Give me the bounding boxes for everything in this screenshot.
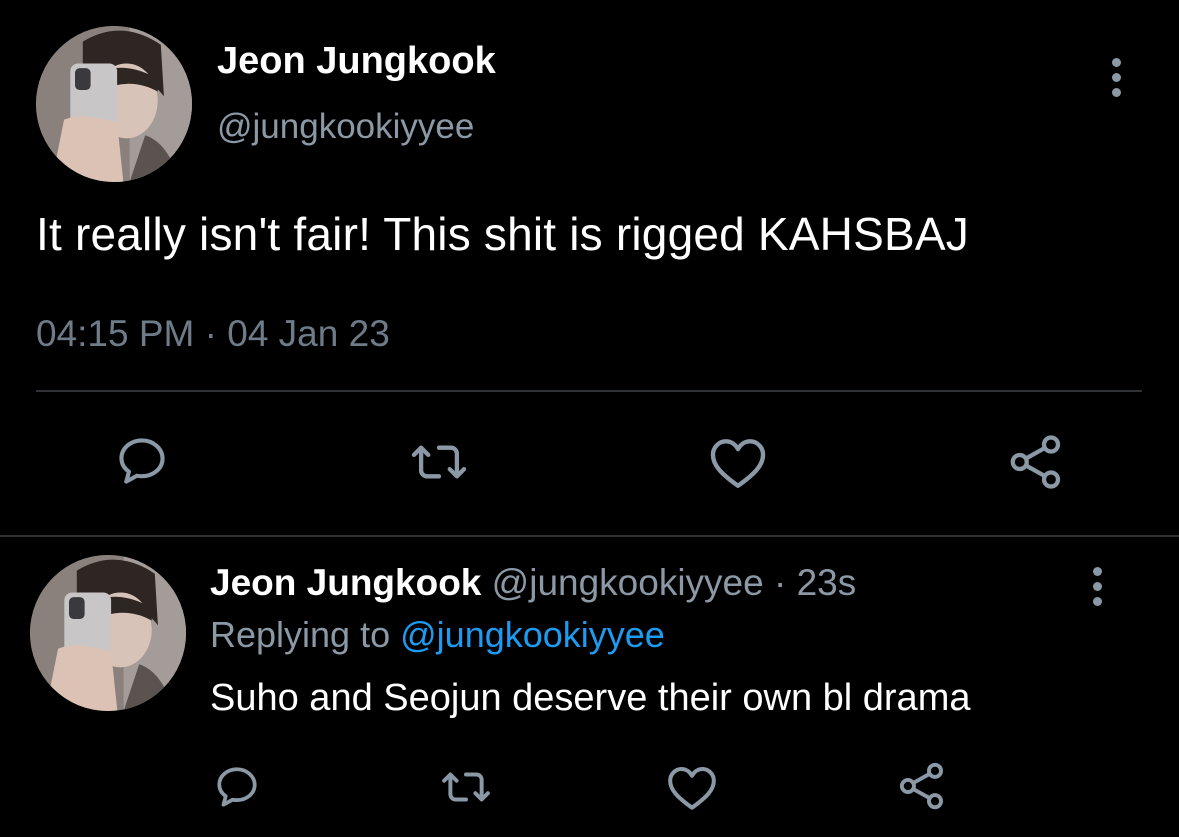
author-handle[interactable]: @jungkookiyyee (492, 562, 764, 603)
author-handle[interactable]: @jungkookiyyee (217, 107, 474, 147)
author-display-name[interactable]: Jeon Jungkook (210, 562, 481, 603)
tweet-separator (0, 535, 1179, 537)
replying-to: Replying to @jungkookiyyee (210, 614, 665, 656)
retweet-button[interactable] (408, 433, 470, 491)
reply-icon (119, 438, 165, 484)
retweet-icon (411, 445, 467, 479)
tweet-text: It really isn't fair! This shit is rigge… (36, 208, 969, 260)
main-tweet: Jeon Jungkook @jungkookiyyee It really i… (0, 0, 1179, 536)
more-options-icon[interactable] (1082, 567, 1112, 606)
like-button[interactable] (665, 762, 719, 812)
like-icon (710, 439, 766, 488)
replying-to-mention[interactable]: @jungkookiyyee (400, 614, 665, 655)
replying-to-label: Replying to (210, 614, 391, 655)
like-button[interactable] (707, 433, 769, 491)
profile-photo-icon (36, 26, 192, 182)
more-options-icon[interactable] (1101, 58, 1131, 97)
author-display-name[interactable]: Jeon Jungkook (217, 40, 496, 83)
reply-button[interactable] (212, 762, 262, 812)
reply-icon (217, 767, 257, 807)
reply-text: Suho and Seojun deserve their own bl dra… (210, 677, 971, 719)
retweet-button[interactable] (438, 762, 494, 812)
avatar[interactable] (36, 26, 192, 182)
share-icon (1010, 435, 1061, 489)
share-icon (899, 762, 944, 810)
time-ago[interactable]: 23s (797, 562, 857, 603)
share-button[interactable] (896, 760, 948, 812)
reply-button[interactable] (113, 432, 171, 490)
reply-header: Jeon Jungkook @jungkookiyyee · 23s (210, 562, 856, 604)
retweet-icon (442, 772, 490, 802)
share-button[interactable] (1006, 432, 1066, 492)
meta-separator: · (774, 562, 787, 603)
tweet-timestamp[interactable]: 04:15 PM · 04 Jan 23 (36, 313, 390, 355)
avatar[interactable] (30, 555, 186, 711)
divider (36, 390, 1142, 392)
profile-photo-icon (30, 555, 186, 711)
like-icon (668, 766, 716, 810)
